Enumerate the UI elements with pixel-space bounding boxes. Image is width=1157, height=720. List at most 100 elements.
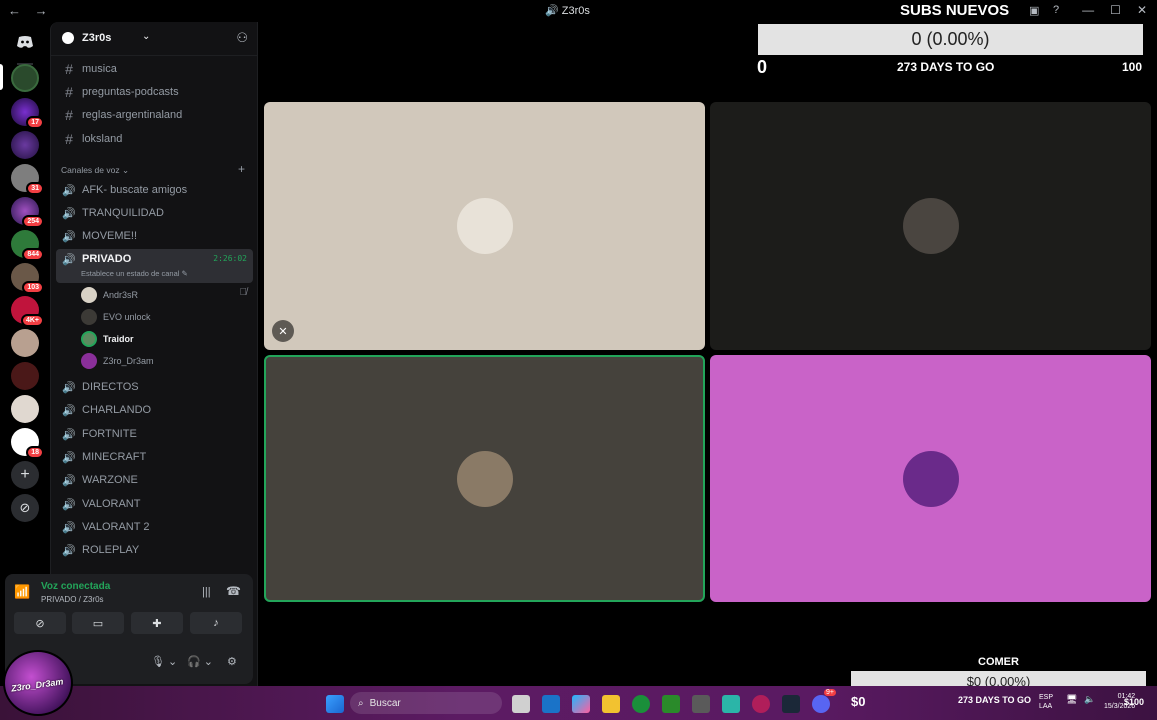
- server-4[interactable]: [11, 164, 44, 195]
- voice-channel-privado[interactable]: 🔊 PRIVADO 2:26:02 Establece un estado de…: [56, 249, 253, 283]
- volume-icon[interactable]: 🔈: [1084, 694, 1095, 705]
- network-icon[interactable]: 🖥: [1066, 694, 1077, 705]
- app-icon[interactable]: [722, 695, 740, 713]
- app-icon[interactable]: [752, 695, 770, 713]
- voice-category-label: Canales de voz: [61, 165, 120, 175]
- discord-home-icon[interactable]: [11, 28, 39, 56]
- channel-reglas-argentinaland[interactable]: # reglas-argentinaland: [56, 104, 253, 126]
- back-button[interactable]: ←: [8, 3, 21, 18]
- voice-status[interactable]: Voz conectada: [41, 581, 110, 592]
- disconnect-icon[interactable]: ☎: [226, 584, 241, 598]
- server-z3r0s[interactable]: [11, 64, 39, 92]
- voice-channel-roleplay[interactable]: 🔊 ROLEPLAY: [56, 539, 253, 561]
- channel-preguntas-podcasts[interactable]: # preguntas-podcasts: [56, 81, 253, 103]
- add-server-icon[interactable]: +: [11, 461, 39, 489]
- server-6[interactable]: [11, 230, 44, 261]
- avatar: [81, 331, 97, 347]
- noise-suppression-icon[interactable]: |||: [202, 586, 211, 598]
- server-11[interactable]: [11, 395, 39, 423]
- store-icon[interactable]: [692, 695, 710, 713]
- search-icon: ⌕: [358, 697, 364, 709]
- channel-label: musica: [82, 63, 117, 75]
- guild-header[interactable]: Z3r0s ⌄ ⚇: [51, 22, 258, 56]
- voice-channel-minecraft[interactable]: 🔊 MINECRAFT: [56, 446, 253, 468]
- voice-channel-warzone[interactable]: 🔊 WARZONE: [56, 469, 253, 491]
- voice-channel-valorant-2[interactable]: 🔊 VALORANT 2: [56, 516, 253, 538]
- maximize-button[interactable]: ☐: [1110, 3, 1121, 17]
- speaker-icon: 🔊: [62, 207, 76, 220]
- voice-user[interactable]: Traidor: [81, 329, 134, 349]
- close-button[interactable]: ✕: [1137, 3, 1147, 17]
- inbox-icon[interactable]: ▣: [1029, 4, 1043, 17]
- server-12[interactable]: [11, 428, 44, 459]
- voice-channel-moveme[interactable]: 🔊 MOVEME!!: [56, 225, 253, 247]
- language-indicator[interactable]: ESP LAA: [1039, 693, 1053, 711]
- voice-channel-valorant[interactable]: 🔊 VALORANT: [56, 493, 253, 515]
- steam-icon[interactable]: [782, 695, 800, 713]
- hash-icon: #: [65, 131, 73, 147]
- video-tile[interactable]: [710, 102, 1151, 350]
- video-tile[interactable]: [264, 355, 705, 602]
- voice-user-name: EVO unlock: [103, 312, 151, 322]
- voice-location[interactable]: PRIVADO / Z3r0s: [41, 595, 104, 604]
- server-3[interactable]: [11, 131, 39, 159]
- comer-goal-max: $100: [1124, 697, 1145, 707]
- voice-user-name: Andr3sR: [103, 290, 139, 300]
- avatar: [902, 450, 959, 507]
- subs-goal-max: 100: [1122, 60, 1143, 74]
- share-screen-button[interactable]: ▭: [72, 612, 124, 634]
- server-7[interactable]: [11, 263, 44, 294]
- server-5[interactable]: [11, 197, 44, 228]
- window-title-text: Z3r0s: [561, 5, 590, 17]
- voice-channel-charlando[interactable]: 🔊 CHARLANDO: [56, 399, 253, 421]
- mic-muted-icon: 🎙̸: [239, 287, 248, 298]
- speaker-icon: 🔊: [62, 381, 76, 394]
- signal-icon[interactable]: 📶: [14, 584, 32, 602]
- voice-user[interactable]: Z3ro_Dr3am: [81, 351, 154, 371]
- minimize-button[interactable]: —: [1082, 3, 1094, 17]
- server-8[interactable]: [11, 296, 45, 327]
- video-tile[interactable]: ✕: [264, 102, 705, 350]
- channel-label: DIRECTOS: [82, 381, 139, 393]
- voice-channel-fortnite[interactable]: 🔊 FORTNITE: [56, 423, 253, 445]
- add-channel-icon[interactable]: +: [238, 162, 245, 176]
- camera-off-button[interactable]: ⊘: [14, 612, 66, 634]
- speaker-icon: 🔊: [62, 474, 76, 487]
- channel-status[interactable]: Establece un estado de canal ✎: [81, 269, 188, 278]
- file-explorer-icon[interactable]: [602, 695, 620, 713]
- voice-user[interactable]: Andr3sR: [81, 285, 138, 305]
- copilot-icon[interactable]: [572, 695, 590, 713]
- channel-musica[interactable]: # musica: [56, 58, 253, 80]
- task-view-icon[interactable]: [512, 695, 530, 713]
- discover-icon[interactable]: ⊘: [11, 494, 39, 522]
- voice-channel-directos[interactable]: 🔊 DIRECTOS: [56, 376, 253, 398]
- outlook-icon[interactable]: [542, 695, 560, 713]
- comer-goal-title: COMER: [978, 656, 1019, 668]
- soundboard-button[interactable]: ♪: [190, 612, 242, 634]
- voice-channel-tranquilidad[interactable]: 🔊 TRANQUILIDAD: [56, 202, 253, 224]
- voice-user[interactable]: EVO unlock: [81, 307, 151, 327]
- server-10[interactable]: [11, 362, 39, 390]
- help-icon[interactable]: ?: [1053, 4, 1067, 16]
- voice-category[interactable]: Canales de voz ⌄: [61, 165, 129, 176]
- discord-taskbar-icon[interactable]: [812, 695, 830, 713]
- server-2[interactable]: [11, 98, 44, 129]
- voice-channel-afk[interactable]: 🔊 AFK- buscate amigos: [56, 179, 253, 201]
- xbox-icon[interactable]: [632, 695, 650, 713]
- microphone-icon[interactable]: 🎙 ⌄: [151, 655, 177, 668]
- windows-start-icon[interactable]: [326, 695, 344, 713]
- invite-icon[interactable]: ⚇: [236, 30, 248, 46]
- taskbar-search[interactable]: ⌕ Buscar: [350, 692, 502, 714]
- settings-gear-icon[interactable]: ⚙: [227, 655, 237, 668]
- comer-goal-days: 273 DAYS TO GO: [958, 695, 1032, 705]
- channel-label: PRIVADO: [82, 253, 132, 265]
- app-icon[interactable]: [662, 695, 680, 713]
- server-9[interactable]: [11, 329, 39, 357]
- forward-button[interactable]: →: [35, 3, 48, 18]
- avatar: [81, 287, 97, 303]
- voice-user-name: Traidor: [103, 334, 134, 344]
- activities-button[interactable]: ✚: [131, 612, 183, 634]
- video-tile[interactable]: [710, 355, 1151, 602]
- channel-loksland[interactable]: # loksland: [56, 128, 253, 150]
- headphones-icon[interactable]: 🎧 ⌄: [187, 655, 213, 668]
